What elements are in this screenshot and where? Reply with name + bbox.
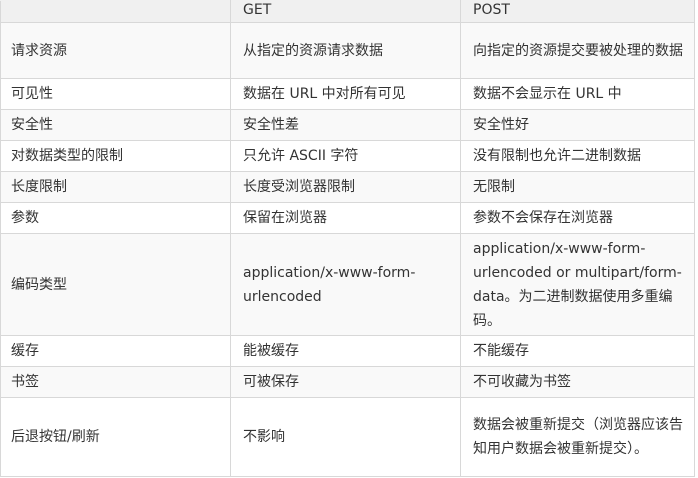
header-row: GET POST	[0, 0, 695, 23]
get-value-cell: application/x-www-form-urlencoded	[230, 233, 461, 336]
row-label-cell: 编码类型	[0, 233, 231, 336]
row-label-cell: 缓存	[0, 335, 231, 367]
post-value-cell: application/x-www-form-urlencoded or mul…	[460, 233, 695, 336]
get-value-cell: 只允许 ASCII 字符	[230, 140, 461, 172]
post-value-cell: 安全性好	[460, 109, 695, 141]
post-value-cell: 数据不会显示在 URL 中	[460, 78, 695, 110]
get-value-cell: 不影响	[230, 397, 461, 477]
post-value-cell: 向指定的资源提交要被处理的数据	[460, 22, 695, 79]
header-cell-post: POST	[460, 0, 695, 23]
post-value-cell: 数据会被重新提交（浏览器应该告知用户数据会被重新提交）。	[460, 397, 695, 477]
row-label-cell: 对数据类型的限制	[0, 140, 231, 172]
row-label-cell: 安全性	[0, 109, 231, 141]
header-cell-get: GET	[230, 0, 461, 23]
get-value-cell: 长度受浏览器限制	[230, 171, 461, 203]
get-value-cell: 可被保存	[230, 366, 461, 398]
get-value-cell: 数据在 URL 中对所有可见	[230, 78, 461, 110]
row-label-cell: 长度限制	[0, 171, 231, 203]
comparison-table: GET POST 请求资源 从指定的资源请求数据 向指定的资源提交要被处理的数据…	[0, 0, 695, 477]
get-value-cell: 保留在浏览器	[230, 202, 461, 234]
row-label-cell: 书签	[0, 366, 231, 398]
row-label-cell: 后退按钮/刷新	[0, 397, 231, 477]
post-value-cell: 无限制	[460, 171, 695, 203]
table-row: 编码类型 application/x-www-form-urlencoded a…	[0, 233, 695, 336]
post-value-cell: 参数不会保存在浏览器	[460, 202, 695, 234]
table-row: 缓存 能被缓存 不能缓存	[0, 335, 695, 367]
post-value-cell: 没有限制也允许二进制数据	[460, 140, 695, 172]
header-cell-empty	[0, 0, 231, 23]
table-row: 安全性 安全性差 安全性好	[0, 109, 695, 141]
post-value-cell: 不能缓存	[460, 335, 695, 367]
table-row: 请求资源 从指定的资源请求数据 向指定的资源提交要被处理的数据	[0, 22, 695, 79]
table-row: 可见性 数据在 URL 中对所有可见 数据不会显示在 URL 中	[0, 78, 695, 110]
table-row: 对数据类型的限制 只允许 ASCII 字符 没有限制也允许二进制数据	[0, 140, 695, 172]
table-row: 参数 保留在浏览器 参数不会保存在浏览器	[0, 202, 695, 234]
get-value-cell: 从指定的资源请求数据	[230, 22, 461, 79]
get-value-cell: 能被缓存	[230, 335, 461, 367]
table-row: 长度限制 长度受浏览器限制 无限制	[0, 171, 695, 203]
table-body: 请求资源 从指定的资源请求数据 向指定的资源提交要被处理的数据 可见性 数据在 …	[0, 22, 695, 477]
get-value-cell: 安全性差	[230, 109, 461, 141]
table-row: 书签 可被保存 不可收藏为书签	[0, 366, 695, 398]
table-row: 后退按钮/刷新 不影响 数据会被重新提交（浏览器应该告知用户数据会被重新提交）。	[0, 397, 695, 477]
post-value-cell: 不可收藏为书签	[460, 366, 695, 398]
row-label-cell: 请求资源	[0, 22, 231, 79]
table-header: GET POST	[0, 0, 695, 23]
row-label-cell: 参数	[0, 202, 231, 234]
row-label-cell: 可见性	[0, 78, 231, 110]
